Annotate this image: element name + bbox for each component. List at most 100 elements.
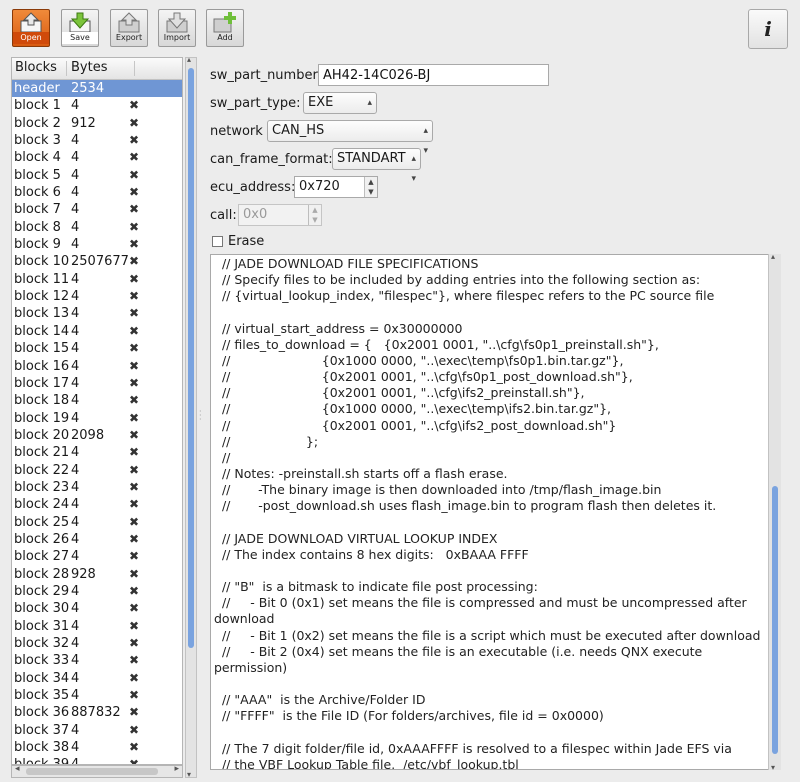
delete-icon[interactable]: ✖: [129, 670, 139, 687]
table-row[interactable]: block 34 4 ✖: [12, 670, 182, 687]
table-row[interactable]: block 24 4 ✖: [12, 496, 182, 513]
delete-icon[interactable]: ✖: [129, 444, 139, 461]
delete-icon[interactable]: ✖: [129, 271, 139, 288]
table-row[interactable]: block 30 4 ✖: [12, 600, 182, 617]
table-row[interactable]: block 20 2098 ✖: [12, 427, 182, 444]
can-frame-format-select[interactable]: STANDART ▴ ▾: [332, 148, 421, 184]
table-row[interactable]: block 23 4 ✖: [12, 479, 182, 496]
delete-icon[interactable]: ✖: [129, 548, 139, 565]
delete-icon[interactable]: ✖: [129, 566, 139, 583]
table-vertical-scrollbar[interactable]: ▴ ▾: [185, 55, 197, 779]
erase-label[interactable]: Erase: [228, 234, 264, 249]
delete-icon[interactable]: ✖: [129, 305, 139, 322]
erase-checkbox[interactable]: [212, 236, 223, 247]
delete-icon[interactable]: ✖: [129, 704, 139, 721]
delete-icon[interactable]: ✖: [129, 201, 139, 218]
open-button[interactable]: Open: [12, 9, 50, 47]
table-row[interactable]: block 27 4 ✖: [12, 548, 182, 565]
splitter-handle[interactable]: · · ·: [199, 408, 203, 424]
sw-part-type-select[interactable]: EXE ▴▾: [303, 92, 377, 128]
table-row[interactable]: block 36 887832 ✖: [12, 704, 182, 721]
delete-icon[interactable]: ✖: [129, 132, 139, 149]
table-row[interactable]: block 1 4 ✖: [12, 97, 182, 114]
table-row[interactable]: block 16 4 ✖: [12, 358, 182, 375]
table-row[interactable]: block 3 4 ✖: [12, 132, 182, 149]
scroll-right-arrow-icon[interactable]: ▸: [174, 764, 179, 774]
editor-vertical-scrollbar[interactable]: ▴ ▾: [768, 252, 781, 772]
delete-icon[interactable]: ✖: [129, 323, 139, 340]
delete-icon[interactable]: ✖: [129, 652, 139, 669]
table-row[interactable]: header 2534: [12, 80, 182, 98]
delete-icon[interactable]: ✖: [129, 756, 139, 764]
table-row[interactable]: block 31 4 ✖: [12, 618, 182, 635]
table-row[interactable]: block 6 4 ✖: [12, 184, 182, 201]
table-row[interactable]: block 14 4 ✖: [12, 323, 182, 340]
delete-icon[interactable]: ✖: [129, 427, 139, 444]
scroll-up-arrow-icon[interactable]: ▴: [187, 55, 191, 64]
delete-icon[interactable]: ✖: [129, 392, 139, 409]
delete-icon[interactable]: ✖: [129, 739, 139, 756]
delete-icon[interactable]: ✖: [129, 149, 139, 166]
table-row[interactable]: block 10 2507677 ✖: [12, 253, 182, 270]
table-row[interactable]: block 25 4 ✖: [12, 514, 182, 531]
delete-icon[interactable]: ✖: [129, 340, 139, 357]
delete-icon[interactable]: ✖: [129, 358, 139, 375]
delete-icon[interactable]: ✖: [129, 722, 139, 739]
table-row[interactable]: block 28 928 ✖: [12, 566, 182, 583]
spin-arrows-icon[interactable]: ▲ ▼: [364, 177, 377, 197]
delete-icon[interactable]: ✖: [129, 410, 139, 427]
column-header-blocks[interactable]: Blocks: [15, 60, 57, 75]
sw-part-number-input[interactable]: [318, 64, 549, 86]
delete-icon[interactable]: ✖: [129, 97, 139, 114]
table-row[interactable]: block 5 4 ✖: [12, 167, 182, 184]
scrollbar-thumb[interactable]: [188, 68, 194, 648]
delete-icon[interactable]: ✖: [129, 479, 139, 496]
network-select[interactable]: CAN_HS ▴ ▾: [267, 120, 433, 156]
table-row[interactable]: block 33 4 ✖: [12, 652, 182, 669]
table-row[interactable]: block 32 4 ✖: [12, 635, 182, 652]
table-row[interactable]: block 15 4 ✖: [12, 340, 182, 357]
info-button[interactable]: i: [748, 9, 788, 49]
table-row[interactable]: block 2 912 ✖: [12, 115, 182, 132]
table-row[interactable]: block 29 4 ✖: [12, 583, 182, 600]
table-row[interactable]: block 17 4 ✖: [12, 375, 182, 392]
scroll-down-arrow-icon[interactable]: ▾: [187, 770, 191, 779]
delete-icon[interactable]: ✖: [129, 583, 139, 600]
specification-text-editor[interactable]: // JADE DOWNLOAD FILE SPECIFICATIONS // …: [210, 254, 781, 770]
delete-icon[interactable]: ✖: [129, 514, 139, 531]
table-row[interactable]: block 4 4 ✖: [12, 149, 182, 166]
delete-icon[interactable]: ✖: [129, 253, 139, 270]
delete-icon[interactable]: ✖: [129, 687, 139, 704]
scroll-up-arrow-icon[interactable]: ▴: [771, 252, 775, 261]
export-button[interactable]: Export: [110, 9, 148, 47]
scrollbar-thumb[interactable]: [26, 768, 158, 775]
table-row[interactable]: block 35 4 ✖: [12, 687, 182, 704]
table-row[interactable]: block 37 4 ✖: [12, 722, 182, 739]
scroll-left-arrow-icon[interactable]: ◂: [15, 764, 20, 774]
table-row[interactable]: block 8 4 ✖: [12, 219, 182, 236]
delete-icon[interactable]: ✖: [129, 236, 139, 253]
blocks-table[interactable]: Blocks Bytes header 2534 block 1 4 ✖ block 29…: [11, 57, 183, 765]
delete-icon[interactable]: ✖: [129, 496, 139, 513]
table-row[interactable]: block 11 4 ✖: [12, 271, 182, 288]
table-row[interactable]: block 26 4 ✖: [12, 531, 182, 548]
table-row[interactable]: block 22 4 ✖: [12, 462, 182, 479]
table-row[interactable]: block 39 4 ✖: [12, 756, 182, 764]
table-row[interactable]: block 13 4 ✖: [12, 305, 182, 322]
delete-icon[interactable]: ✖: [129, 600, 139, 617]
delete-icon[interactable]: ✖: [129, 462, 139, 479]
table-row[interactable]: block 18 4 ✖: [12, 392, 182, 409]
table-row[interactable]: block 21 4 ✖: [12, 444, 182, 461]
add-button[interactable]: Add: [206, 9, 244, 47]
delete-icon[interactable]: ✖: [129, 167, 139, 184]
scroll-down-arrow-icon[interactable]: ▾: [771, 763, 775, 772]
delete-icon[interactable]: ✖: [129, 115, 139, 132]
table-horizontal-scrollbar[interactable]: ◂ ▸: [11, 764, 183, 778]
table-row[interactable]: block 12 4 ✖: [12, 288, 182, 305]
delete-icon[interactable]: ✖: [129, 531, 139, 548]
delete-icon[interactable]: ✖: [129, 375, 139, 392]
delete-icon[interactable]: ✖: [129, 184, 139, 201]
scrollbar-thumb[interactable]: [772, 486, 778, 754]
save-button[interactable]: Save: [61, 9, 99, 47]
column-header-bytes[interactable]: Bytes: [71, 60, 107, 75]
